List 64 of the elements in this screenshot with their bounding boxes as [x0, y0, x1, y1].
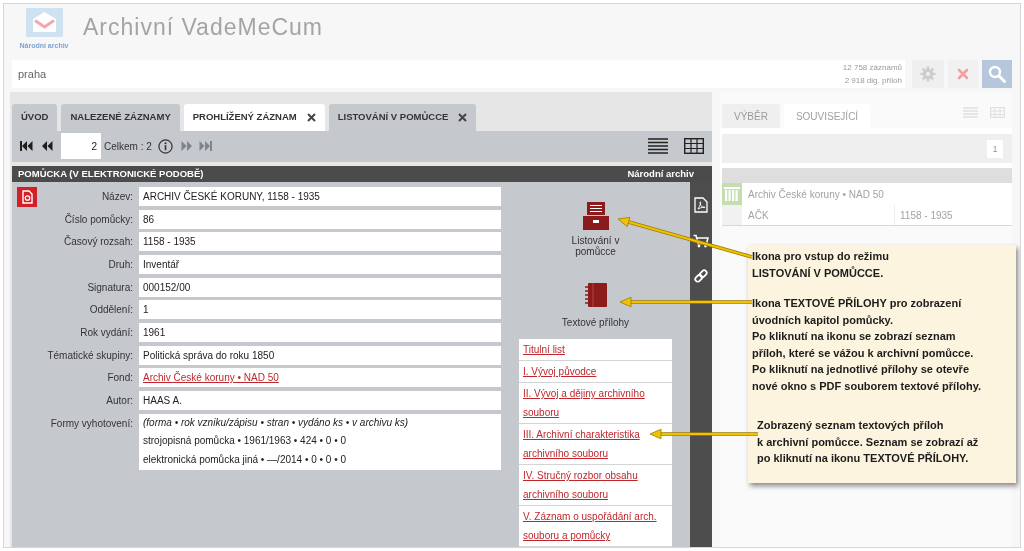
table-cell-text: 1158 - 1935	[899, 209, 953, 223]
tab[interactable]: NALEZENÉ ZÁZNAMY	[61, 103, 180, 131]
search-field[interactable]: praha	[12, 60, 843, 88]
records-count: 12 758 záznamů	[842, 62, 902, 74]
field-value: ARCHIV ČESKÉ KORUNY, 1158 - 1935	[139, 187, 501, 206]
table-cell: AČK	[742, 205, 895, 225]
close-icon[interactable]	[458, 112, 468, 122]
app-title: Archivní VadeMeCum	[83, 14, 323, 40]
field-value: Politická správa do roku 1850	[139, 345, 501, 365]
field-label: Fond:	[106, 371, 133, 386]
tab[interactable]: ÚVOD	[12, 103, 58, 131]
section-title: POMŮCKA (V ELEKTRONICKÉ PODOBĚ)	[18, 166, 204, 181]
drawer-icon	[582, 202, 609, 230]
field-label: Název:	[100, 190, 133, 204]
field-label: Autor:	[105, 393, 133, 408]
document-icon[interactable]	[17, 187, 37, 207]
field-value: 1	[139, 300, 501, 320]
page-field[interactable]: 2	[61, 133, 101, 160]
total-count: Celkem : 2	[104, 139, 152, 154]
attachment-link[interactable]: II. Vývoj a dějiny archivního souboru	[519, 383, 672, 424]
grid-view-icon[interactable]	[684, 138, 704, 155]
cart-icon[interactable]	[693, 234, 709, 248]
tab[interactable]: PROHLÍŽENÝ ZÁZNAM	[183, 103, 325, 131]
browse-aid-button[interactable]: Listování v pomůcce	[552, 202, 639, 257]
link-icon[interactable]	[694, 269, 708, 283]
info-icon[interactable]	[157, 138, 173, 154]
field-label: Formy vyhotovení:	[49, 416, 133, 431]
list-view-icon[interactable]	[648, 138, 668, 155]
skip-first-icon[interactable]	[20, 140, 33, 153]
field-value: 1961	[139, 322, 501, 342]
attachment-link[interactable]: V. Záznam o uspořádání arch. souboru a pomůcky	[519, 506, 672, 547]
field-label: Oddělení:	[88, 303, 133, 318]
callout-text: Ikona TEXTOVÉ PŘÍLOHY pro zobrazení úvodních kapitol pomůcky. Po kliknutí na ikonu se zobrazí seznam příloh, které se vážou k archivní pomůcce. Po kliknutí na jednotlivé přílohy se otevře nové okno s PDF souborem textové přílohy.	[752, 296, 982, 394]
pdf-icon[interactable]	[694, 197, 708, 213]
callout-text: Zobrazený seznam textových příloh k archivní pomůcce. Seznam se zobrazí až po kliknutí na ikonu TEXTOVÉ PŘÍLOHY.	[756, 418, 980, 466]
form-line: strojopisná pomůcka • 1961/1963 • 424 • 0 • 0	[143, 434, 348, 449]
field-label: Rok vydání:	[79, 325, 133, 340]
close-icon	[957, 68, 969, 80]
tab[interactable]: LISTOVÁNÍ V POMŮCCE	[328, 103, 477, 131]
field-label: Druh:	[107, 257, 133, 272]
field-label: Časový rozsah:	[63, 234, 133, 250]
field-value: 1158 - 1935	[139, 232, 501, 252]
field-value: HAAS A.	[139, 390, 501, 410]
field-value: Inventář	[139, 254, 501, 274]
field-value: 86	[139, 209, 501, 229]
field-value: 000152/00	[139, 277, 501, 297]
notebook-icon	[584, 283, 607, 307]
callout-text: Ikona pro vstup do režimu LISTOVÁNÍ V POMŮCCE.	[752, 249, 890, 281]
legend-line: (forma • rok vzniku/zápisu • stran • vydáno ks • v archivu ks)	[143, 415, 410, 430]
field-label: Signatura:	[86, 280, 133, 295]
form-line: elektronická pomůcka jiná • —/2014 • 0 • 0 • 0	[143, 452, 347, 467]
field-label: Číslo pomůcky:	[63, 212, 133, 227]
fond-link[interactable]: Archiv České koruny • NAD 50	[143, 372, 279, 384]
double-left-arrow-icon[interactable]	[41, 140, 53, 153]
attachments-count: 2 918 dig. příloh	[844, 75, 902, 87]
attachment-link[interactable]: Titulní list	[519, 339, 672, 361]
logo-icon	[25, 8, 63, 37]
close-icon[interactable]	[306, 112, 316, 122]
search-icon	[988, 65, 1006, 83]
field-label: Tématické skupiny:	[46, 348, 133, 363]
attachment-link[interactable]: IV. Stručný rozbor obsahu archivního souboru	[519, 465, 672, 506]
section-source: Národní archiv	[627, 166, 694, 181]
attachment-link[interactable]: I. Vývoj původce	[519, 361, 672, 383]
settings-icon	[920, 66, 936, 82]
